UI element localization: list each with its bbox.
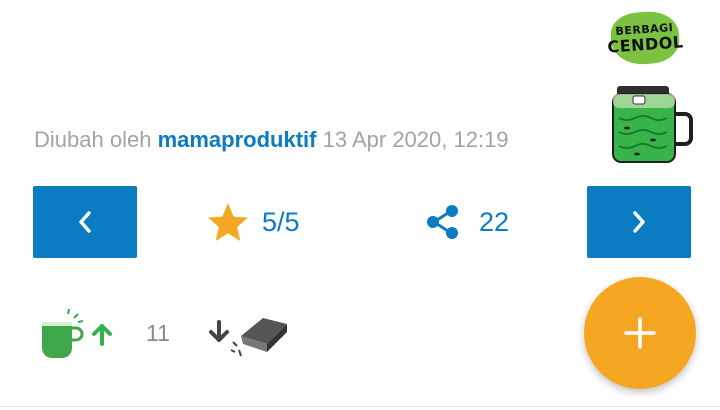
chevron-left-icon [79, 211, 91, 233]
rating-value: 5/5 [262, 206, 300, 237]
author-link[interactable]: mamaproduktif [158, 127, 317, 152]
berbagi-cendol-logo: BERBAGI CENDOL [607, 9, 684, 67]
cendol-jar-icon [612, 86, 693, 163]
previous-page-button[interactable] [33, 186, 137, 258]
rating-display[interactable]: 5/5 [206, 200, 300, 244]
give-bata-button[interactable] [207, 312, 291, 358]
logo-line2: CENDOL [606, 31, 685, 57]
bata-down-icon [209, 318, 287, 357]
share-count: 22 [479, 206, 510, 237]
edited-by-prefix: Diubah oleh [34, 127, 152, 152]
chevron-right-icon [633, 211, 645, 233]
create-post-button[interactable] [584, 277, 696, 389]
give-cendol-button[interactable] [38, 308, 120, 360]
next-page-button[interactable] [587, 186, 691, 258]
star-icon [208, 203, 248, 241]
edited-by-line: Diubah oleh mamaproduktif 13 Apr 2020, 1… [34, 127, 509, 153]
share-icon [427, 205, 458, 239]
berbagi-cendol-badge: BERBAGI CENDOL [607, 9, 684, 67]
edit-timestamp: 13 Apr 2020, 12:19 [322, 127, 509, 152]
plus-icon [624, 317, 656, 349]
bottom-divider [0, 406, 720, 407]
cendol-count: 11 [146, 320, 170, 346]
share-button[interactable]: 22 [425, 200, 509, 244]
cendol-cup-up-icon [42, 308, 112, 358]
